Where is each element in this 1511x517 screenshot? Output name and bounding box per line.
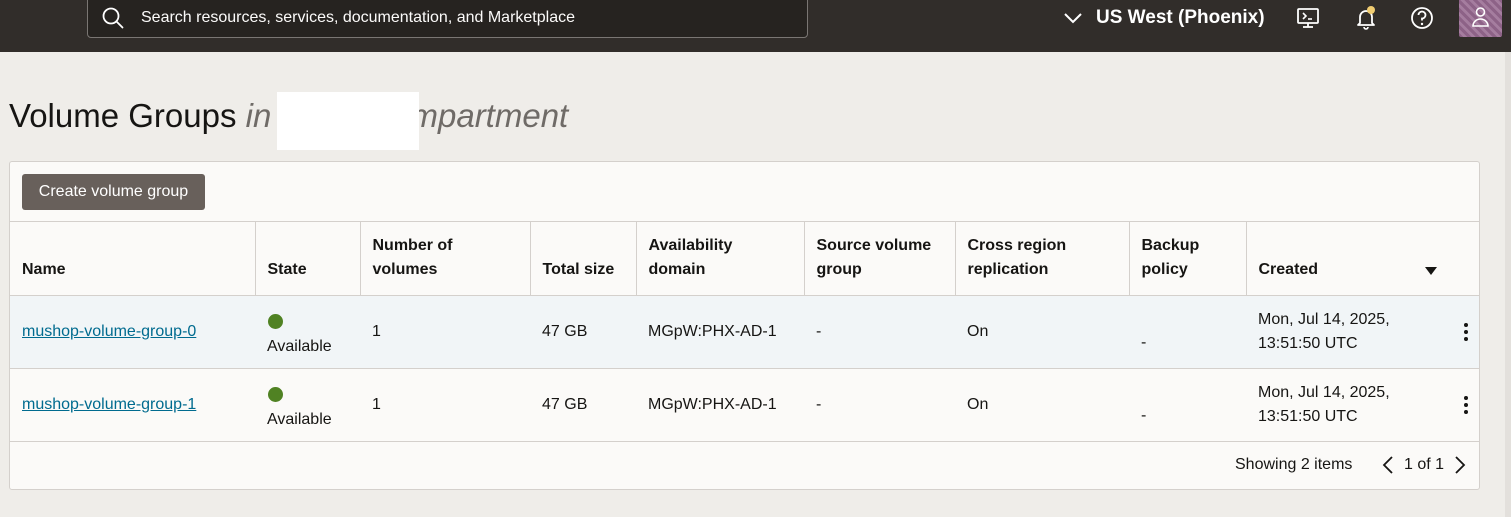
available-status-icon <box>268 386 283 402</box>
user-avatar[interactable] <box>1459 0 1502 37</box>
column-header-total-size[interactable]: Total size <box>530 221 637 296</box>
created-date: Mon, Jul 14, 2025, <box>1258 311 1390 328</box>
state-label: Available <box>267 337 332 355</box>
created-cell: Mon, Jul 14, 2025, 13:51:50 UTC <box>1246 368 1479 442</box>
cloud-shell-icon[interactable] <box>1295 5 1321 31</box>
user-icon <box>1472 7 1489 27</box>
page-info: 1 of 1 <box>1404 456 1445 473</box>
availability-domain-cell: MGpW:PHX-AD-1 <box>636 295 804 369</box>
items-count: Showing 2 items <box>1235 456 1353 473</box>
page-scrollbar[interactable] <box>1505 52 1511 517</box>
chevron-right-icon[interactable] <box>1452 454 1468 476</box>
created-time: 13:51:50 UTC <box>1258 335 1358 352</box>
state-cell: Available <box>255 295 360 369</box>
num-volumes-cell: 1 <box>360 295 530 369</box>
region-selector[interactable]: US West (Phoenix) <box>1062 4 1265 32</box>
created-time: 13:51:50 UTC <box>1258 408 1358 425</box>
column-header-backup-policy[interactable]: Backup policy <box>1129 221 1247 296</box>
column-header-number-of-volumes[interactable]: Number of volumes <box>360 221 531 296</box>
backup-policy-cell: - <box>1141 334 1147 351</box>
state-cell: Available <box>255 368 360 442</box>
replication-cell: On <box>955 368 1129 442</box>
page-title-text: Volume Groups <box>9 97 237 134</box>
available-status-icon <box>268 313 283 329</box>
region-label: US West (Phoenix) <box>1096 7 1265 28</box>
page-title-in: in <box>245 97 272 134</box>
total-size-cell: 47 GB <box>530 368 636 442</box>
search-icon <box>102 7 124 29</box>
volume-groups-card: Create volume group Name State Number of… <box>9 161 1480 490</box>
bell-icon[interactable] <box>1353 5 1379 31</box>
row-actions-menu-icon[interactable] <box>1463 395 1469 415</box>
availability-domain-cell: MGpW:PHX-AD-1 <box>636 368 804 442</box>
created-date: Mon, Jul 14, 2025, <box>1258 384 1390 401</box>
num-volumes-cell: 1 <box>360 368 530 442</box>
total-size-cell: 47 GB <box>530 295 636 369</box>
created-cell: Mon, Jul 14, 2025, 13:51:50 UTC <box>1246 295 1479 369</box>
column-header-created-label: Created <box>1258 261 1319 278</box>
volume-groups-table: Name State Number of volumes Total size … <box>10 221 1479 442</box>
volume-group-link[interactable]: mushop-volume-group-1 <box>22 396 196 413</box>
replication-cell: On <box>955 295 1129 369</box>
chevron-down-icon <box>1064 13 1082 24</box>
create-volume-group-button[interactable]: Create volume group <box>22 174 205 210</box>
backup-policy-cell: - <box>1141 407 1147 424</box>
row-actions-menu-icon[interactable] <box>1463 322 1469 342</box>
column-header-source-volume-group[interactable]: Source volume group <box>804 221 956 296</box>
column-header-state[interactable]: State <box>255 221 361 296</box>
column-header-availability-domain[interactable]: Availability domain <box>636 221 805 296</box>
help-icon[interactable] <box>1409 5 1435 31</box>
pagination: 1 of 1 <box>1380 454 1468 476</box>
search-placeholder: Search resources, services, documentatio… <box>141 9 575 26</box>
table-row: mushop-volume-group-0 Available 1 47 GB … <box>10 295 1479 369</box>
sort-descending-icon[interactable] <box>1425 267 1437 275</box>
state-label: Available <box>267 410 332 428</box>
source-volume-group-cell: - <box>804 368 955 442</box>
search-bar[interactable]: Search resources, services, documentatio… <box>87 0 808 38</box>
column-header-cross-region-replication[interactable]: Cross region replication <box>955 221 1130 296</box>
chevron-left-icon[interactable] <box>1380 454 1396 476</box>
column-header-name[interactable]: Name <box>10 221 256 296</box>
table-header-row: Name State Number of volumes Total size … <box>10 221 1479 296</box>
compartment-name: mpartment <box>410 97 569 134</box>
redacted-compartment <box>277 92 419 150</box>
volume-group-link[interactable]: mushop-volume-group-0 <box>22 323 196 340</box>
source-volume-group-cell: - <box>804 295 955 369</box>
table-row: mushop-volume-group-1 Available 1 47 GB … <box>10 368 1479 442</box>
top-nav-bar: Search resources, services, documentatio… <box>0 0 1511 52</box>
column-header-created[interactable]: Created <box>1246 221 1479 296</box>
